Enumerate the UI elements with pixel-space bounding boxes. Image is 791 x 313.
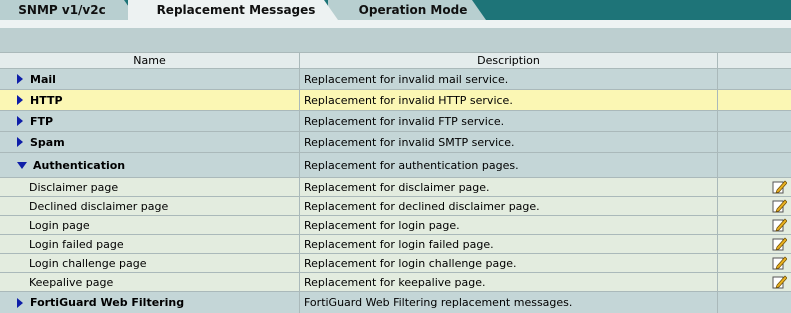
category-description: Replacement for invalid mail service. <box>300 69 718 89</box>
toolbar-band <box>0 28 791 52</box>
category-description: Replacement for authentication pages. <box>300 153 718 177</box>
message-description: Replacement for login challenge page. <box>300 254 718 272</box>
category-name: Spam <box>30 135 65 149</box>
tab-replacement-messages[interactable]: Replacement Messages <box>128 0 338 20</box>
message-description: Replacement for disclaimer page. <box>300 178 718 196</box>
message-name: Login challenge page <box>0 254 300 272</box>
category-description: Replacement for invalid FTP service. <box>300 111 718 131</box>
category-row-fortiguard[interactable]: FortiGuard Web Filtering FortiGuard Web … <box>0 292 791 313</box>
tab-snmp-label: SNMP v1/v2c <box>18 3 106 17</box>
category-row-spam[interactable]: Spam Replacement for invalid SMTP servic… <box>0 132 791 153</box>
message-name: Declined disclaimer page <box>0 197 300 215</box>
expand-icon[interactable] <box>17 137 23 147</box>
message-row: Disclaimer page Replacement for disclaim… <box>0 178 791 197</box>
message-row: Keepalive page Replacement for keepalive… <box>0 273 791 292</box>
collapse-icon[interactable] <box>17 161 27 169</box>
message-description: Replacement for login page. <box>300 216 718 234</box>
category-description: Replacement for invalid HTTP service. <box>300 90 718 110</box>
category-row-ftp[interactable]: FTP Replacement for invalid FTP service. <box>0 111 791 132</box>
category-row-http[interactable]: HTTP Replacement for invalid HTTP servic… <box>0 90 791 111</box>
edit-icon[interactable] <box>772 237 787 251</box>
tab-operation-mode-label: Operation Mode <box>358 3 468 17</box>
message-name: Login failed page <box>0 235 300 253</box>
column-header-name: Name <box>0 53 300 68</box>
content-top-band <box>0 20 791 28</box>
edit-icon[interactable] <box>772 199 787 213</box>
column-header-actions <box>718 53 791 68</box>
table-header: Name Description <box>0 52 791 69</box>
category-name: Mail <box>30 72 56 86</box>
message-row: Login failed page Replacement for login … <box>0 235 791 254</box>
edit-icon[interactable] <box>772 180 787 194</box>
expand-icon[interactable] <box>17 297 23 308</box>
category-name: FTP <box>30 114 54 128</box>
message-row: Declined disclaimer page Replacement for… <box>0 197 791 216</box>
expand-icon[interactable] <box>17 116 23 126</box>
message-name: Disclaimer page <box>0 178 300 196</box>
message-name: Login page <box>0 216 300 234</box>
tab-snmp[interactable]: SNMP v1/v2c <box>0 0 138 20</box>
message-row: Login challenge page Replacement for log… <box>0 254 791 273</box>
tab-replacement-messages-label: Replacement Messages <box>156 3 316 17</box>
expand-icon[interactable] <box>17 95 23 105</box>
message-description: Replacement for login failed page. <box>300 235 718 253</box>
tab-bar: SNMP v1/v2c Operation Mode Replacement M… <box>0 0 791 20</box>
category-row-authentication[interactable]: Authentication Replacement for authentic… <box>0 153 791 178</box>
edit-icon[interactable] <box>772 256 787 270</box>
category-name: HTTP <box>30 93 63 107</box>
expand-icon[interactable] <box>17 74 23 84</box>
message-description: Replacement for keepalive page. <box>300 273 718 291</box>
edit-icon[interactable] <box>772 218 787 232</box>
message-name: Keepalive page <box>0 273 300 291</box>
replacement-messages-table: Name Description Mail Replacement for in… <box>0 52 791 313</box>
column-header-description: Description <box>300 53 718 68</box>
category-row-mail[interactable]: Mail Replacement for invalid mail servic… <box>0 69 791 90</box>
tab-operation-mode[interactable]: Operation Mode <box>328 0 486 20</box>
edit-icon[interactable] <box>772 275 787 289</box>
message-row: Login page Replacement for login page. <box>0 216 791 235</box>
category-description: FortiGuard Web Filtering replacement mes… <box>300 292 718 313</box>
category-description: Replacement for invalid SMTP service. <box>300 132 718 152</box>
category-name: Authentication <box>33 158 126 172</box>
category-name: FortiGuard Web Filtering <box>30 296 185 309</box>
message-description: Replacement for declined disclaimer page… <box>300 197 718 215</box>
